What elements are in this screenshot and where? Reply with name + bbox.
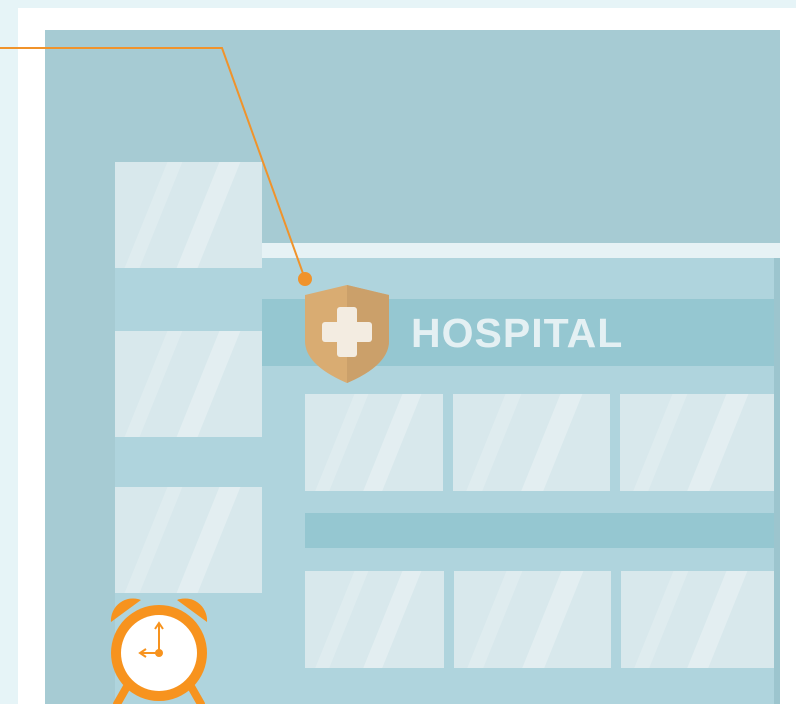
building-window [453,394,610,491]
hospital-sign-text: HOSPITAL [411,310,624,356]
building-window [454,571,611,668]
wing-window [115,331,262,437]
medical-cross-shield-icon [305,285,389,383]
building-window [620,394,774,491]
building-window [305,394,443,491]
roof-line [262,243,780,258]
middle-band [305,513,774,548]
alarm-clock-icon [110,598,208,704]
building-window [305,571,444,668]
building-window [621,571,774,668]
hospital-illustration: HOSPITAL [0,0,796,704]
building-edge [774,258,780,704]
wing-window [115,487,262,593]
wing-window [115,162,262,268]
